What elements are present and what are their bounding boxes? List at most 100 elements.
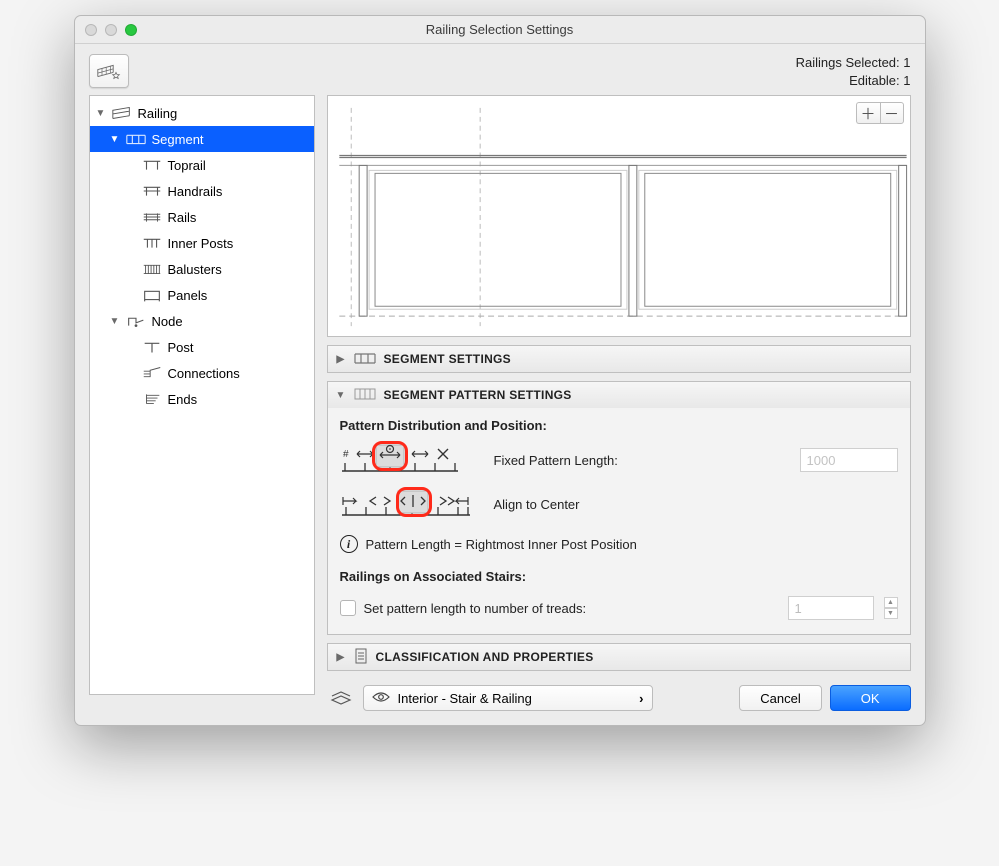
zoom-window-button[interactable] [125, 24, 137, 36]
tree-label: Balusters [168, 262, 222, 277]
tree-label: Inner Posts [168, 236, 234, 251]
tree-label: Handrails [168, 184, 223, 199]
align-label: Align to Center [494, 497, 580, 512]
section-title: SEGMENT SETTINGS [384, 352, 511, 366]
railing-star-icon [95, 60, 123, 82]
eye-icon [372, 691, 390, 706]
window-title: Railing Selection Settings [75, 22, 925, 37]
preview-remove-button[interactable]: － [880, 102, 904, 124]
tree-panels[interactable]: Panels [90, 282, 314, 308]
dialog-header: Railings Selected: 1 Editable: 1 [75, 44, 925, 95]
segment-settings-icon [354, 351, 376, 368]
node-icon [124, 313, 148, 329]
selection-info: Railings Selected: 1 Editable: 1 [796, 54, 911, 89]
pattern-icon [354, 387, 376, 404]
dialog-window: Railing Selection Settings Railings Sele… [74, 15, 926, 726]
tree-railing[interactable]: ▼ Railing [90, 100, 314, 126]
disclosure-triangle-icon[interactable]: ▶ [336, 652, 346, 663]
segment-preview[interactable]: ＋ － [327, 95, 911, 337]
tree-ends[interactable]: Ends [90, 386, 314, 412]
tree-label: Segment [152, 132, 204, 147]
disclosure-triangle-icon[interactable]: ▼ [110, 316, 120, 327]
handrails-icon [140, 183, 164, 199]
segment-icon [124, 131, 148, 147]
treads-checkbox[interactable] [340, 600, 356, 616]
editable-count: Editable: 1 [796, 72, 911, 90]
tree-segment[interactable]: ▼ Segment [90, 126, 314, 152]
tree-rails[interactable]: Rails [90, 204, 314, 230]
post-icon [140, 339, 164, 355]
tree-connections[interactable]: Connections [90, 360, 314, 386]
tree-label: Rails [168, 210, 197, 225]
dialog-footer: Interior - Stair & Railing › Cancel OK [327, 679, 911, 711]
layer-name: Interior - Stair & Railing [398, 691, 532, 706]
pattern-info-text: Pattern Length = Rightmost Inner Post Po… [366, 537, 637, 552]
layer-selector[interactable]: Interior - Stair & Railing › [363, 685, 653, 711]
fixed-pattern-label: Fixed Pattern Length: [494, 453, 618, 468]
chevron-right-icon: › [639, 691, 643, 706]
pattern-distribution-row: # Fixed Pattern Length: 1000 [340, 443, 898, 477]
tree-label: Panels [168, 288, 208, 303]
minimize-window-button[interactable] [105, 24, 117, 36]
rails-icon [140, 209, 164, 225]
tree-label: Railing [138, 106, 178, 121]
close-window-button[interactable] [85, 24, 97, 36]
ends-icon [140, 391, 164, 407]
preview-add-button[interactable]: ＋ [856, 102, 880, 124]
pattern-info-row: i Pattern Length = Rightmost Inner Post … [340, 535, 898, 553]
tree-post[interactable]: Post [90, 334, 314, 360]
railing-icon [110, 105, 134, 121]
tree-label: Node [152, 314, 183, 329]
tree-label: Ends [168, 392, 198, 407]
segment-pattern-section: ▼ SEGMENT PATTERN SETTINGS Pattern Distr… [327, 381, 911, 635]
segment-pattern-body: Pattern Distribution and Position: # [328, 408, 910, 634]
balusters-icon [140, 261, 164, 277]
distribution-selector[interactable]: # [340, 443, 460, 477]
window-controls [85, 24, 137, 36]
tree-inner-posts[interactable]: Inner Posts [90, 230, 314, 256]
treads-stepper[interactable]: ▲▼ [884, 597, 898, 619]
info-icon: i [340, 535, 358, 553]
position-selector[interactable] [340, 487, 472, 521]
connections-icon [140, 365, 164, 381]
tree-label: Toprail [168, 158, 206, 173]
right-panel: ＋ － [327, 95, 911, 711]
treads-label: Set pattern length to number of treads: [364, 601, 587, 616]
treads-input[interactable]: 1 [788, 596, 874, 620]
pattern-position-row: Align to Center [340, 487, 898, 521]
svg-text:#: # [343, 449, 349, 460]
tree-label: Connections [168, 366, 240, 381]
disclosure-triangle-icon[interactable]: ▼ [336, 390, 346, 401]
panels-icon [140, 287, 164, 303]
classification-section: ▶ CLASSIFICATION AND PROPERTIES [327, 643, 911, 671]
disclosure-triangle-icon[interactable]: ▼ [96, 108, 106, 119]
fixed-pattern-input[interactable]: 1000 [800, 448, 898, 472]
titlebar: Railing Selection Settings [75, 16, 925, 44]
section-title: CLASSIFICATION AND PROPERTIES [376, 650, 594, 664]
toprail-icon [140, 157, 164, 173]
tree-handrails[interactable]: Handrails [90, 178, 314, 204]
document-icon [354, 648, 368, 667]
classification-header[interactable]: ▶ CLASSIFICATION AND PROPERTIES [328, 644, 910, 670]
segment-settings-header[interactable]: ▶ SEGMENT SETTINGS [328, 346, 910, 372]
preview-drawing [328, 96, 910, 336]
selected-count: Railings Selected: 1 [796, 54, 911, 72]
inner-posts-icon [140, 235, 164, 251]
treads-row: Set pattern length to number of treads: … [340, 596, 898, 620]
disclosure-triangle-icon[interactable]: ▶ [336, 354, 346, 365]
favorites-button[interactable] [89, 54, 129, 88]
tree-node[interactable]: ▼ Node [90, 308, 314, 334]
tree-balusters[interactable]: Balusters [90, 256, 314, 282]
section-title: SEGMENT PATTERN SETTINGS [384, 388, 572, 402]
component-tree[interactable]: ▼ Railing ▼ Segment Toprail Handrails Ra… [89, 95, 315, 695]
pattern-heading: Pattern Distribution and Position: [340, 418, 898, 433]
cancel-button[interactable]: Cancel [739, 685, 821, 711]
disclosure-triangle-icon[interactable]: ▼ [110, 134, 120, 145]
segment-pattern-header[interactable]: ▼ SEGMENT PATTERN SETTINGS [328, 382, 910, 408]
layers-icon [327, 687, 355, 709]
ok-button[interactable]: OK [830, 685, 911, 711]
tree-toprail[interactable]: Toprail [90, 152, 314, 178]
stairs-heading: Railings on Associated Stairs: [340, 569, 898, 584]
tree-label: Post [168, 340, 194, 355]
segment-settings-section: ▶ SEGMENT SETTINGS [327, 345, 911, 373]
